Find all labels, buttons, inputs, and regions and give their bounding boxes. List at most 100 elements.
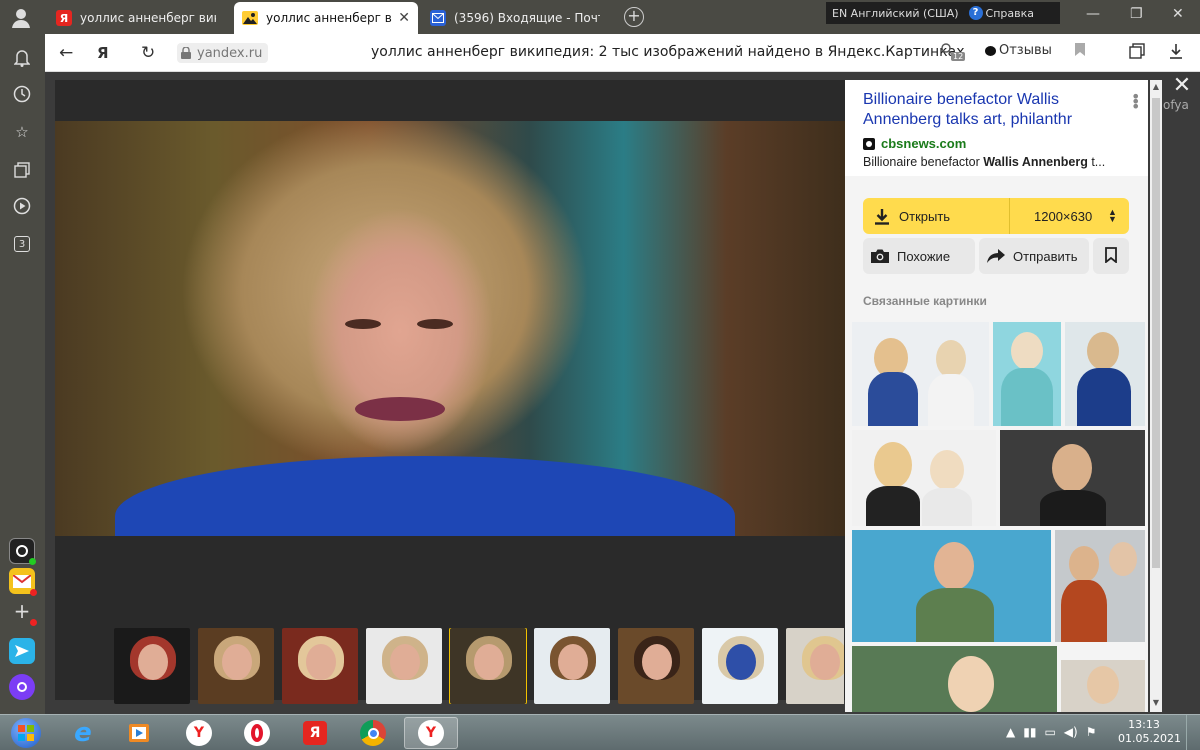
cbs-eye-icon <box>863 137 875 150</box>
start-button[interactable] <box>2 717 50 749</box>
bell-icon[interactable] <box>10 46 34 70</box>
related-image-9[interactable] <box>1061 660 1145 712</box>
chrome-taskbar[interactable] <box>348 717 398 749</box>
tab-counter-badge[interactable]: 3 <box>10 232 34 256</box>
restore-icon[interactable]: ❐ <box>1130 6 1143 22</box>
related-images-heading: Связанные картинки <box>863 294 987 308</box>
main-image[interactable] <box>55 121 845 536</box>
tab-mail[interactable]: (3596) Входящие - Почта <box>422 4 608 32</box>
thumbnail-9[interactable] <box>786 628 844 704</box>
show-desktop-button[interactable] <box>1186 715 1200 750</box>
history-icon[interactable] <box>10 82 34 106</box>
collections-icon[interactable] <box>10 158 34 182</box>
yandex-taskbar[interactable]: Я <box>290 717 340 749</box>
collections-panel-icon[interactable] <box>1129 43 1145 59</box>
source-domain[interactable]: cbsnews.com <box>863 136 1132 151</box>
network-icon[interactable]: ▮▮ <box>1023 725 1036 739</box>
related-image-4[interactable] <box>852 430 996 526</box>
thumbnail-1[interactable] <box>114 628 190 704</box>
thumbnail-6[interactable] <box>534 628 610 704</box>
divider <box>1009 198 1010 234</box>
background-clipped-text: ofya <box>1163 98 1189 112</box>
reviews-button[interactable]: Отзывы <box>985 43 1052 58</box>
reload-icon[interactable]: ↻ <box>141 43 155 63</box>
thumbnail-8[interactable] <box>702 628 778 704</box>
yandex-images-icon <box>242 10 258 26</box>
mail-icon <box>430 10 446 26</box>
similar-label: Похожие <box>897 248 951 264</box>
thumbnail-7[interactable] <box>618 628 694 704</box>
tray-expand-icon[interactable]: ▲ <box>1006 725 1015 739</box>
related-image-5[interactable] <box>1000 430 1145 526</box>
share-button[interactable]: Отправить <box>979 238 1089 274</box>
bookmark-flag-icon[interactable] <box>1075 43 1085 56</box>
download-icon <box>875 209 889 225</box>
url-field[interactable]: yandex.ru <box>177 43 269 63</box>
related-image-1[interactable] <box>852 322 989 426</box>
open-image-button[interactable]: Открыть 1200×630 ▲ ▼ <box>863 198 1129 234</box>
tab-images-search[interactable]: уоллис анненберг вики ✕ <box>234 2 418 34</box>
help-icon: ? <box>968 6 983 20</box>
play-icon[interactable] <box>10 194 34 218</box>
source-title-link[interactable]: Billionaire benefactor Wallis Annenberg … <box>863 90 1113 130</box>
user-profile-icon[interactable] <box>10 7 32 29</box>
close-tab-icon[interactable]: ✕ <box>398 10 410 26</box>
back-arrow-icon[interactable]: ← <box>59 43 73 63</box>
opera-taskbar[interactable] <box>232 717 282 749</box>
minimize-icon[interactable]: — <box>1086 6 1100 22</box>
mail-app-icon[interactable] <box>9 568 37 596</box>
image-detail-eye-left <box>345 319 381 329</box>
tab-wikipedia-search[interactable]: Я уоллис анненберг википе <box>48 4 224 32</box>
yandex-browser-taskbar[interactable]: Y <box>174 717 224 749</box>
help-button[interactable]: ? Справка <box>968 6 1034 20</box>
alice-assistant-icon[interactable] <box>9 674 35 700</box>
language-indicator[interactable]: EN Английский (США) <box>832 7 959 20</box>
volume-icon[interactable]: ◀) <box>1064 725 1078 739</box>
yandex-icon: Я <box>303 721 327 745</box>
related-image-7[interactable] <box>1055 530 1145 642</box>
page-title: уоллис анненберг википедия: 2 тыс изобра… <box>371 44 965 60</box>
tab-title: (3596) Входящие - Почта <box>454 11 600 25</box>
reviews-label: Отзывы <box>999 43 1052 58</box>
yandex-browser-active-taskbar[interactable]: Y <box>404 717 458 749</box>
add-app-icon[interactable]: + <box>9 598 37 626</box>
tab-strip: Я уоллис анненберг википе уоллис анненбе… <box>0 0 1200 34</box>
related-image-6[interactable] <box>852 530 1051 642</box>
chat-bubble-icon <box>985 45 996 56</box>
more-options-icon[interactable]: • • • <box>1131 89 1140 115</box>
similar-images-button[interactable]: Похожие <box>863 238 975 274</box>
image-size-select[interactable]: 1200×630 <box>1034 209 1092 224</box>
related-image-3[interactable] <box>1065 322 1145 426</box>
domain-text: cbsnews.com <box>881 136 967 151</box>
alice-camera-app-icon[interactable] <box>9 538 36 565</box>
bookmarks-star-icon[interactable]: ☆ <box>10 120 34 144</box>
battery-icon[interactable]: ▭ <box>1044 725 1055 739</box>
scroll-up-icon[interactable]: ▲ <box>1152 82 1160 91</box>
new-tab-button[interactable]: + <box>624 7 644 27</box>
flag-icon[interactable]: ⚑ <box>1086 725 1097 739</box>
camera-icon <box>871 249 889 263</box>
scrollbar-thumb[interactable] <box>1152 98 1160 568</box>
close-viewer-button[interactable]: ✕ <box>1171 75 1193 98</box>
thumbnail-3[interactable] <box>282 628 358 704</box>
panel-scrollbar[interactable]: ▲ ▼ <box>1150 80 1162 712</box>
window-close-icon[interactable]: ✕ <box>1172 6 1184 22</box>
language-bar: EN Английский (США) ? Справка <box>826 2 1060 24</box>
messenger-app-icon[interactable] <box>9 638 35 664</box>
taskbar-clock[interactable]: 13:13 01.05.2021 <box>1118 718 1181 746</box>
thumbnail-4[interactable] <box>366 628 442 704</box>
save-to-collection-button[interactable] <box>1093 238 1129 274</box>
thumbnail-5-selected[interactable] <box>449 628 527 704</box>
share-arrow-icon <box>987 249 1005 263</box>
scroll-down-icon[interactable]: ▼ <box>1152 698 1160 707</box>
yandex-home-icon[interactable]: Я <box>97 44 109 62</box>
yandex-browser-icon: Y <box>418 720 444 746</box>
related-image-8[interactable] <box>852 646 1057 712</box>
windows-logo-icon <box>11 718 41 748</box>
media-player-taskbar[interactable] <box>114 717 164 749</box>
downloads-icon[interactable] <box>1169 43 1183 59</box>
thumbnail-strip <box>114 628 844 704</box>
internet-explorer-taskbar[interactable]: e <box>58 717 108 749</box>
related-image-2[interactable] <box>993 322 1061 426</box>
thumbnail-2[interactable] <box>198 628 274 704</box>
